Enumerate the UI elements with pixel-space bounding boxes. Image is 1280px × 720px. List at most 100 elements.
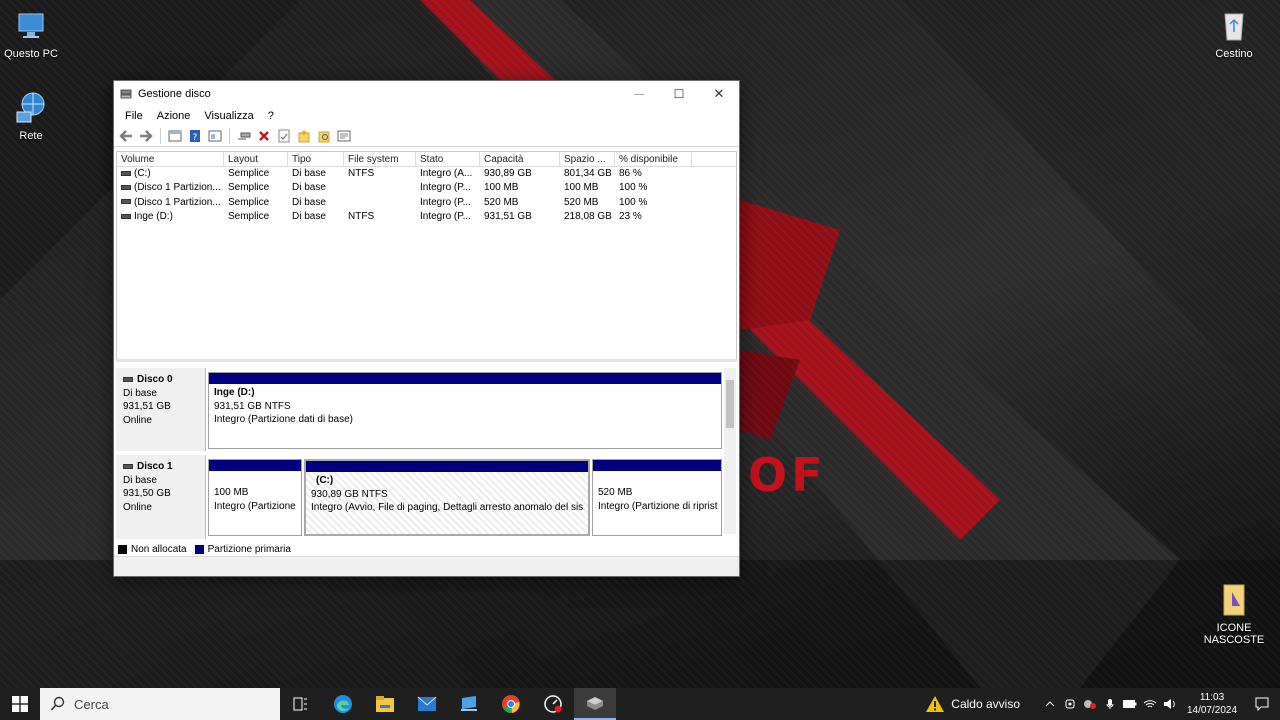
back-arrow-icon[interactable] bbox=[118, 128, 134, 144]
desktop-icon-questo-pc[interactable]: Questo PC bbox=[0, 8, 66, 60]
disk-size: 931,50 GB bbox=[123, 488, 171, 499]
speedometer-icon bbox=[544, 695, 562, 713]
maximize-button[interactable]: ☐ bbox=[659, 81, 699, 107]
taskbar-mail[interactable] bbox=[406, 688, 448, 720]
cell-tipo: Di base bbox=[292, 168, 326, 179]
partition-bar bbox=[306, 461, 588, 472]
task-view-button[interactable] bbox=[280, 688, 322, 720]
cell-stato: Integro (P... bbox=[420, 182, 471, 194]
taskbar-app-computer[interactable] bbox=[448, 688, 490, 720]
help-icon[interactable]: ? bbox=[187, 128, 203, 144]
chevron-up-icon[interactable] bbox=[1040, 688, 1060, 720]
graph-scrollbar[interactable] bbox=[724, 368, 736, 534]
partition-status: Integro (Partizione di riprist bbox=[598, 500, 718, 512]
disk-label-1[interactable]: Disco 1 Di base 931,50 GB Online bbox=[116, 455, 206, 539]
folder-icon bbox=[1223, 584, 1245, 616]
notification-button[interactable] bbox=[1244, 688, 1280, 720]
partition-size: 100 MB bbox=[214, 487, 249, 498]
connect-icon[interactable] bbox=[236, 128, 252, 144]
partition-size: 930,89 GB NTFS bbox=[311, 488, 388, 500]
partition-size: 931,51 GB NTFS bbox=[214, 400, 291, 412]
partition-inge-d[interactable]: Inge (D:) 931,51 GB NTFS Integro (Partiz… bbox=[208, 372, 722, 449]
column-header-layout[interactable]: Layout bbox=[224, 152, 288, 166]
taskbar-disk-management[interactable] bbox=[574, 688, 616, 720]
taskbar-edge[interactable] bbox=[322, 688, 364, 720]
volume-icon[interactable] bbox=[1160, 688, 1180, 720]
forward-arrow-icon[interactable] bbox=[138, 128, 154, 144]
desktop-icon-label: Cestino bbox=[1215, 48, 1253, 60]
column-header-capacita[interactable]: Capacità bbox=[480, 152, 560, 166]
disk-status: Online bbox=[123, 501, 152, 513]
legend-label-primary: Partizione primaria bbox=[207, 543, 291, 555]
cell-volume: (Disco 1 Partizion... bbox=[134, 182, 221, 194]
toolbar-separator bbox=[229, 127, 230, 144]
partition-status: Integro (Partizione bbox=[214, 500, 296, 512]
table-row[interactable]: (C:) Semplice Di base NTFS Integro (A...… bbox=[117, 167, 736, 181]
column-header-file-system[interactable]: File system bbox=[344, 152, 416, 166]
partition-disk1-520mb[interactable]: 520 MB Integro (Partizione di riprist bbox=[592, 459, 722, 536]
desktop-icon-label: Rete bbox=[19, 130, 43, 142]
taskbar-search-box[interactable]: Cerca bbox=[40, 688, 280, 720]
meet-now-icon[interactable] bbox=[1060, 688, 1080, 720]
delete-icon[interactable] bbox=[256, 128, 272, 144]
cell-file-system bbox=[344, 196, 416, 210]
disk-icon bbox=[123, 376, 133, 382]
partition-bar bbox=[209, 373, 721, 384]
partition-c[interactable]: (C:) 930,89 GB NTFS Integro (Avvio, File… bbox=[304, 459, 590, 536]
weather-widget[interactable]: Caldo avviso bbox=[925, 695, 1020, 713]
file-explorer-icon bbox=[376, 696, 394, 712]
legend-swatch-unallocated bbox=[118, 544, 127, 554]
wifi-icon[interactable] bbox=[1140, 688, 1160, 720]
desktop-icon-rete[interactable]: Rete bbox=[0, 90, 66, 142]
legend: Non allocata Partizione primaria bbox=[118, 542, 291, 556]
mail-icon bbox=[417, 696, 437, 711]
battery-icon[interactable] bbox=[1120, 688, 1140, 720]
table-row[interactable]: (Disco 1 Partizion... Semplice Di base I… bbox=[117, 181, 736, 195]
title-bar[interactable]: Gestione disco — ☐ ✕ bbox=[114, 81, 739, 107]
search-icon bbox=[50, 696, 65, 711]
status-bar bbox=[114, 556, 739, 576]
taskbar-file-explorer[interactable] bbox=[364, 688, 406, 720]
disk-label-0[interactable]: Disco 0 Di base 931,51 GB Online bbox=[116, 368, 206, 451]
desktop-icon-cestino[interactable]: Cestino bbox=[1199, 8, 1269, 60]
search-folder-icon[interactable] bbox=[316, 128, 332, 144]
properties-icon[interactable] bbox=[207, 128, 223, 144]
cell-capacita: 930,89 GB bbox=[484, 168, 532, 179]
cell-file-system: NTFS bbox=[348, 168, 375, 179]
column-header-volume[interactable]: Volume bbox=[117, 152, 224, 166]
start-button[interactable] bbox=[0, 688, 40, 720]
desktop-icon-label-line2: NASCOSTE bbox=[1203, 634, 1265, 646]
defender-warning-icon[interactable] bbox=[1080, 688, 1100, 720]
column-header-tipo[interactable]: Tipo bbox=[288, 152, 344, 166]
taskbar-app-speedometer[interactable] bbox=[532, 688, 574, 720]
menu-visualizza[interactable]: Visualizza bbox=[197, 110, 260, 122]
microphone-icon[interactable] bbox=[1100, 688, 1120, 720]
window-title: Gestione disco bbox=[138, 88, 211, 100]
column-header-spazio[interactable]: Spazio ... bbox=[560, 152, 615, 166]
window-view-icon[interactable] bbox=[336, 128, 352, 144]
column-header-stato[interactable]: Stato bbox=[416, 152, 480, 166]
taskbar-chrome[interactable] bbox=[490, 688, 532, 720]
disk-name: Disco 0 bbox=[137, 374, 173, 385]
desktop-icon-label-line1: ICONE bbox=[1216, 622, 1252, 634]
menu-help[interactable]: ? bbox=[261, 110, 281, 122]
partition-disk1-100mb[interactable]: 100 MB Integro (Partizione bbox=[208, 459, 302, 536]
menu-azione[interactable]: Azione bbox=[150, 110, 198, 122]
table-row[interactable]: Inge (D:) Semplice Di base NTFS Integro … bbox=[117, 210, 736, 224]
desktop-icon-icone-nascoste[interactable]: ICONE NASCOSTE bbox=[1199, 582, 1269, 646]
cell-layout: Semplice bbox=[228, 168, 270, 179]
console-tree-icon[interactable] bbox=[167, 128, 183, 144]
scrollbar-thumb[interactable] bbox=[726, 380, 734, 428]
minimize-button[interactable]: — bbox=[619, 81, 659, 107]
table-row[interactable]: (Disco 1 Partizion... Semplice Di base I… bbox=[117, 196, 736, 210]
disk-management-window: Gestione disco — ☐ ✕ File Azione Visuali… bbox=[113, 80, 740, 577]
close-button[interactable]: ✕ bbox=[699, 81, 739, 107]
new-folder-icon[interactable] bbox=[296, 128, 312, 144]
taskbar-clock[interactable]: 11:03 14/07/2024 bbox=[1180, 691, 1244, 717]
column-header-percent-available[interactable]: % disponibile bbox=[615, 152, 692, 166]
checklist-icon[interactable] bbox=[276, 128, 292, 144]
partition-name: (C:) bbox=[316, 475, 334, 486]
volume-list-header: Volume Layout Tipo File system Stato Cap… bbox=[117, 152, 736, 167]
volume-icon bbox=[121, 213, 131, 219]
menu-file[interactable]: File bbox=[118, 110, 150, 122]
